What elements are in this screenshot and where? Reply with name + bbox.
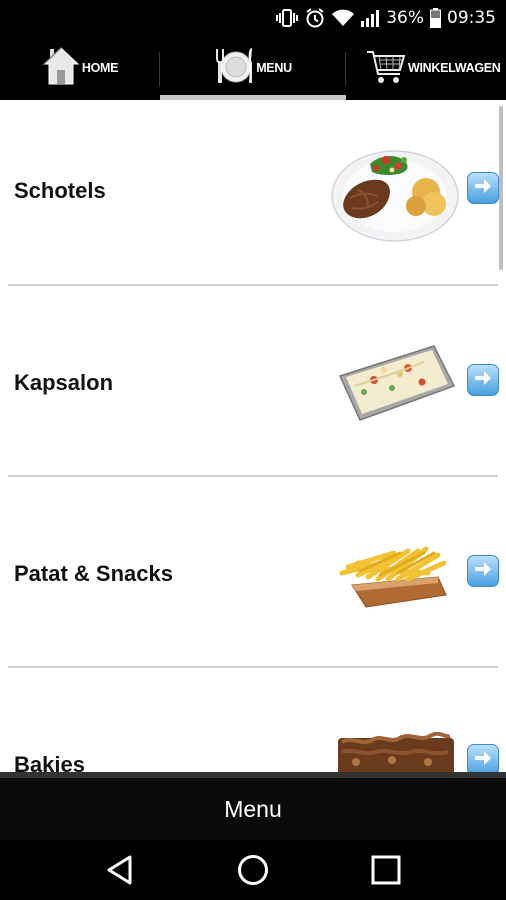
arrow-right-icon xyxy=(473,560,493,583)
menu-list: Schotels Kapsalon Patat & Snacks Bakjes xyxy=(0,100,506,772)
system-nav-bar xyxy=(0,840,506,900)
tab-menu[interactable]: MENU xyxy=(160,36,346,100)
open-category-button[interactable] xyxy=(467,172,499,204)
home-icon xyxy=(42,46,80,91)
open-category-button[interactable] xyxy=(467,364,499,396)
list-item-kapsalon[interactable]: Kapsalon xyxy=(0,286,506,474)
alarm-icon xyxy=(304,7,326,29)
status-bar: 36% 09:35 xyxy=(0,0,506,36)
home-circle-icon xyxy=(237,855,269,890)
open-category-button[interactable] xyxy=(467,744,499,772)
vibrate-icon xyxy=(276,8,299,28)
plate-icon xyxy=(214,46,254,91)
list-item-patat-snacks[interactable]: Patat & Snacks xyxy=(0,477,506,665)
list-item-schotels[interactable]: Schotels xyxy=(0,100,506,284)
tab-home-label: HOME xyxy=(81,61,119,75)
tab-winkelwagen-label: WINKELWAGEN xyxy=(408,61,501,75)
fries-tray-icon xyxy=(338,539,456,616)
recents-button[interactable] xyxy=(370,854,402,886)
list-item-label: Bakjes xyxy=(14,752,85,772)
back-button[interactable] xyxy=(104,854,136,886)
tab-menu-label: MENU xyxy=(256,61,292,75)
dish-platter-icon xyxy=(330,146,460,247)
recents-square-icon xyxy=(370,855,402,890)
home-nav-button[interactable] xyxy=(237,854,269,886)
kapsalon-tray-icon xyxy=(334,342,458,431)
top-nav: HOME MENU WINKELWAGEN xyxy=(0,36,506,100)
status-icons: 36% 09:35 xyxy=(276,6,496,30)
arrow-right-icon xyxy=(473,749,493,772)
list-item-label: Kapsalon xyxy=(14,370,114,395)
list-item-label: Schotels xyxy=(14,178,106,203)
battery-icon xyxy=(430,8,441,28)
cart-icon xyxy=(366,46,406,91)
arrow-right-icon xyxy=(473,177,493,200)
tab-home[interactable]: HOME xyxy=(0,36,160,100)
battery-percent: 36% xyxy=(386,8,424,28)
clock: 09:35 xyxy=(447,8,496,28)
arrow-right-icon xyxy=(473,369,493,392)
open-category-button[interactable] xyxy=(467,555,499,587)
bottom-title-bar: Menu xyxy=(0,772,506,840)
bottom-title: Menu xyxy=(224,795,282,822)
signal-icon xyxy=(360,9,380,27)
list-item-label: Patat & Snacks xyxy=(14,561,173,586)
list-item-bakjes[interactable]: Bakjes xyxy=(0,668,506,772)
wifi-icon xyxy=(332,9,355,27)
back-triangle-icon xyxy=(104,855,136,890)
tab-winkelwagen[interactable]: WINKELWAGEN xyxy=(346,36,506,100)
meat-tray-icon xyxy=(336,731,456,772)
